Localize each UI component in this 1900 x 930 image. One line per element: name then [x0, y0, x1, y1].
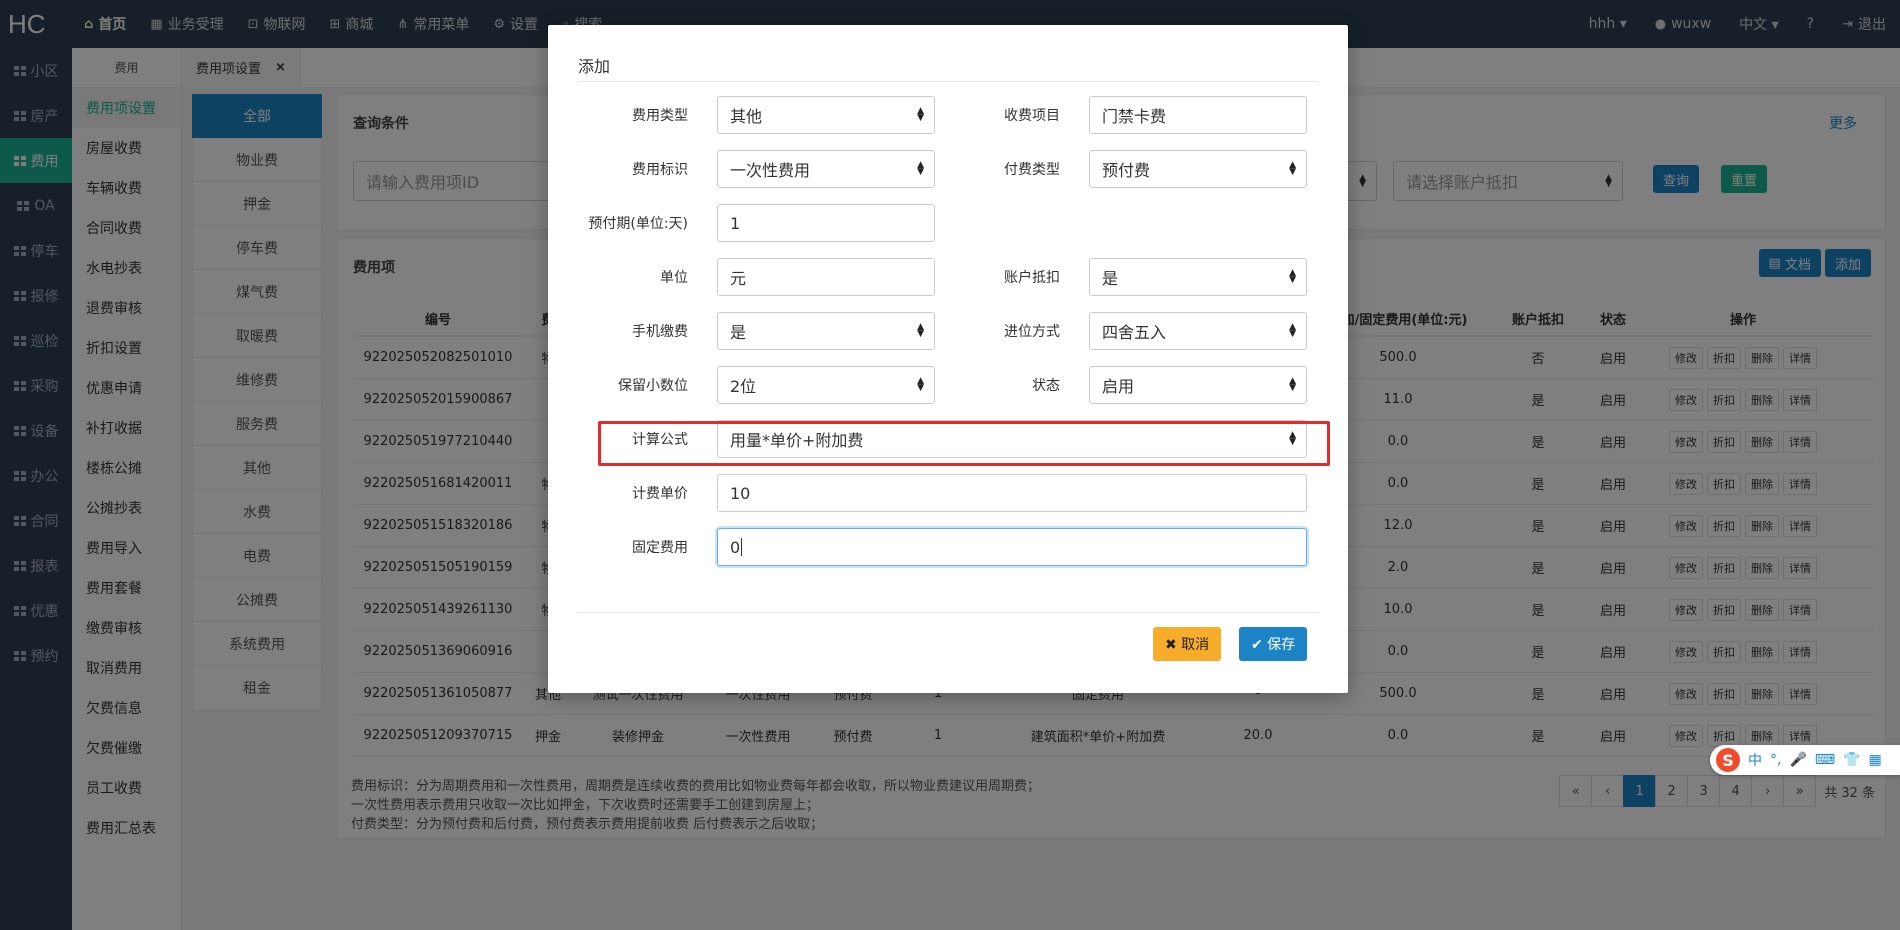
unit-label: 单位 [660, 270, 688, 286]
prepay-period-label: 预付期(单位:天) [588, 216, 688, 232]
sogou-icon[interactable]: S [1716, 748, 1740, 772]
fixed-fee-label: 固定费用 [632, 540, 688, 556]
decimals-select[interactable]: 2位 ▲ ▼ [717, 366, 935, 404]
select-arrows-icon: ▲▼ [1289, 322, 1296, 339]
modal-header-divider [578, 81, 1318, 82]
ime-toolbar[interactable]: S 中 °, 🎤 ⌨ 👕 ▦ [1710, 745, 1900, 775]
select-arrows-icon: ▲▼ [1289, 160, 1296, 177]
ime-mode[interactable]: 中 [1748, 750, 1762, 770]
fee-type-select[interactable]: 其他 ▲ ▼ [717, 96, 935, 134]
text-cursor [741, 538, 743, 556]
keyboard-icon[interactable]: ⌨ [1815, 752, 1835, 768]
modal-title: 添加 [578, 57, 611, 76]
status-label: 状态 [1032, 378, 1060, 394]
fixed-fee-input[interactable]: 0 [717, 528, 1307, 566]
pay-type-label: 付费类型 [1004, 162, 1060, 178]
punctuation-icon[interactable]: °, [1770, 752, 1781, 768]
select-arrows-icon: ▲▼ [1289, 376, 1296, 393]
mobile-pay-select[interactable]: 是 ▲ ▼ [717, 312, 935, 350]
select-arrows-icon: ▲▼ [917, 106, 924, 123]
pay-type-select[interactable]: 预付费 ▲ ▼ [1089, 150, 1307, 188]
select-arrows-icon: ▲▼ [1289, 268, 1296, 285]
fee-flag-label: 费用标识 [632, 162, 688, 178]
highlight-annotation [598, 421, 1330, 466]
status-select[interactable]: 启用 ▲ ▼ [1089, 366, 1307, 404]
save-button[interactable]: ✔ 保存 [1239, 627, 1308, 661]
skin-icon[interactable]: 👕 [1843, 752, 1860, 768]
rounding-select[interactable]: 四舍五入 ▲ ▼ [1089, 312, 1307, 350]
microphone-icon[interactable]: 🎤 [1789, 752, 1806, 768]
decimals-label: 保留小数位 [618, 378, 688, 394]
charge-item-input[interactable]: 门禁卡费 [1089, 96, 1307, 134]
select-arrows-icon: ▲▼ [917, 376, 924, 393]
select-arrows-icon: ▲▼ [917, 160, 924, 177]
fee-type-label: 费用类型 [632, 108, 688, 124]
unit-input[interactable]: 元 [717, 258, 935, 296]
mobile-pay-label: 手机缴费 [632, 324, 688, 340]
cancel-button[interactable]: ✖ 取消 [1153, 627, 1222, 661]
prepay-period-input[interactable]: 1 [717, 204, 935, 242]
account-deduct-select[interactable]: 是 ▲ ▼ [1089, 258, 1307, 296]
account-deduct-label: 账户抵扣 [1004, 270, 1060, 286]
select-arrows-icon: ▲▼ [917, 322, 924, 339]
unit-price-label: 计费单价 [632, 486, 688, 502]
add-fee-item-modal: 添加 费用类型 其他 ▲ ▼ 收费项目 门禁卡费 费用标识 一次性费用 ▲ ▼ 付费类型… [548, 25, 1348, 693]
rounding-label: 进位方式 [1004, 324, 1060, 340]
charge-item-label: 收费项目 [1004, 108, 1060, 124]
unit-price-input[interactable]: 10 [717, 474, 1307, 512]
toolbox-icon[interactable]: ▦ [1869, 752, 1882, 768]
modal-footer-divider [578, 612, 1318, 613]
fee-flag-select[interactable]: 一次性费用 ▲ ▼ [717, 150, 935, 188]
